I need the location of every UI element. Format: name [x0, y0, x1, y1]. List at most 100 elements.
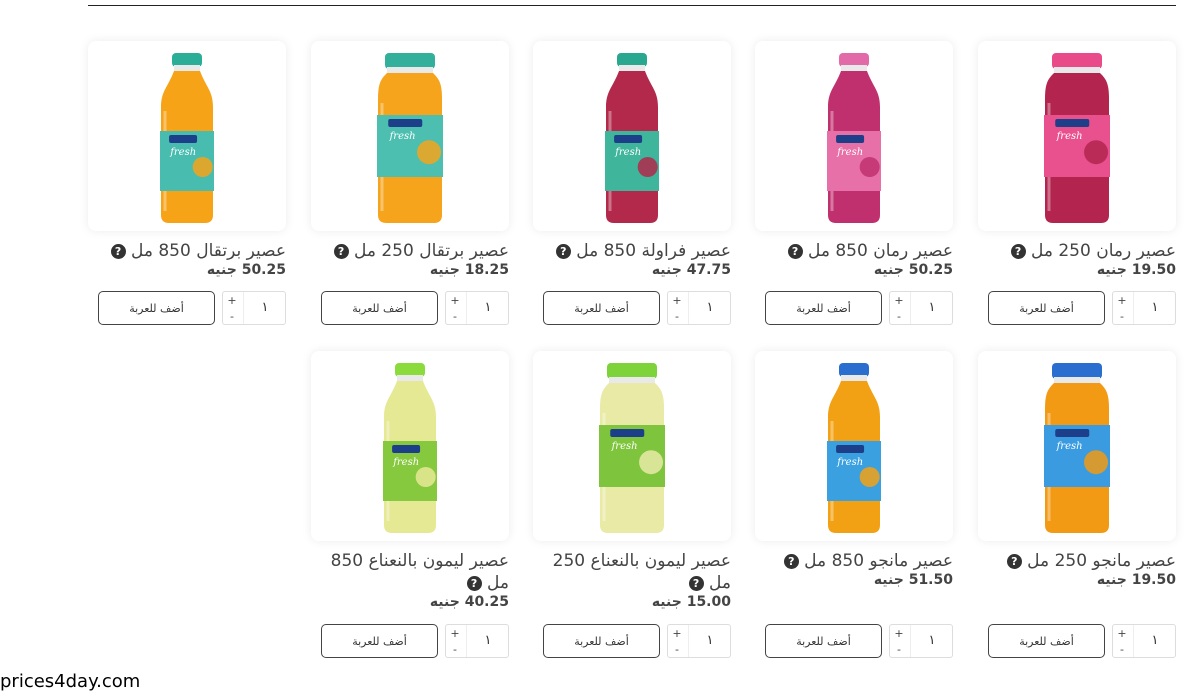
product-image[interactable]: fresh	[978, 351, 1176, 541]
product-title[interactable]: عصير ليمون بالنعناع 250 مل ?	[533, 550, 731, 594]
price-value: 51.50	[908, 572, 953, 588]
product-image[interactable]: fresh	[311, 351, 509, 541]
quantity-input[interactable]: ١	[910, 292, 953, 324]
help-icon[interactable]: ?	[783, 553, 799, 569]
decrease-qty-button[interactable]: -	[1113, 642, 1131, 658]
product-price: 40.25 جنيه	[311, 594, 509, 610]
add-to-cart-button[interactable]: أضف للعربة	[98, 291, 215, 325]
quantity-input[interactable]: ١	[688, 292, 731, 324]
help-icon[interactable]: ?	[1010, 243, 1026, 259]
product-title[interactable]: عصير رمان 850 مل ?	[755, 240, 953, 262]
product-card: fresh عصير ليمون بالنعناع 850 مل ? 40.25…	[311, 351, 509, 660]
help-icon[interactable]: ?	[688, 575, 704, 591]
quantity-input[interactable]: ١	[1133, 292, 1176, 324]
product-image[interactable]: fresh	[755, 41, 953, 231]
decrease-qty-button[interactable]: -	[446, 309, 464, 325]
juice-bottle-image: fresh	[376, 53, 444, 229]
product-name: عصير مانجو 850 مل	[804, 551, 953, 571]
product-image[interactable]: fresh	[755, 351, 953, 541]
add-to-cart-button[interactable]: أضف للعربة	[765, 624, 882, 658]
svg-text:fresh: fresh	[1056, 441, 1083, 452]
product-title[interactable]: عصير برتقال 850 مل ?	[88, 240, 286, 262]
increase-qty-button[interactable]: +	[446, 293, 464, 309]
decrease-qty-button[interactable]: -	[446, 642, 464, 658]
add-to-cart-button[interactable]: أضف للعربة	[988, 291, 1105, 325]
add-to-cart-button[interactable]: أضف للعربة	[765, 291, 882, 325]
increase-qty-button[interactable]: +	[668, 293, 686, 309]
quantity-input[interactable]: ١	[1133, 625, 1176, 657]
product-image[interactable]: fresh	[533, 351, 731, 541]
svg-text:fresh: fresh	[611, 441, 638, 452]
price-value: 15.00	[686, 594, 731, 610]
increase-qty-button[interactable]: +	[446, 626, 464, 642]
product-card: fresh عصير برتقال 250 مل ? 18.25 جنيه أض…	[311, 41, 509, 327]
product-card: fresh عصير رمان 850 مل ? 50.25 جنيه أضف …	[755, 41, 953, 327]
help-icon[interactable]: ?	[466, 575, 482, 591]
help-icon[interactable]: ?	[787, 243, 803, 259]
price-value: 50.25	[241, 262, 286, 278]
increase-qty-button[interactable]: +	[1113, 293, 1131, 309]
increase-qty-button[interactable]: +	[223, 293, 241, 309]
add-to-cart-button[interactable]: أضف للعربة	[321, 624, 438, 658]
help-icon[interactable]: ?	[555, 243, 571, 259]
add-to-cart-button[interactable]: أضف للعربة	[543, 291, 660, 325]
quantity-input[interactable]: ١	[243, 292, 286, 324]
product-price: 19.50 جنيه	[978, 262, 1176, 278]
product-title[interactable]: عصير رمان 250 مل ?	[978, 240, 1176, 262]
quantity-input[interactable]: ١	[466, 625, 509, 657]
increase-qty-button[interactable]: +	[890, 626, 908, 642]
product-card: fresh عصير مانجو 250 مل ? 19.50 جنيه أضف…	[978, 351, 1176, 660]
quantity-input[interactable]: ١	[466, 292, 509, 324]
product-name: عصير برتقال 850 مل	[130, 241, 286, 261]
product-title[interactable]: عصير مانجو 250 مل ?	[978, 550, 1176, 572]
quantity-stepper: + - ١	[889, 624, 953, 658]
help-icon[interactable]: ?	[333, 243, 349, 259]
quantity-stepper: + - ١	[1112, 291, 1176, 325]
product-card: fresh عصير رمان 250 مل ? 19.50 جنيه أضف …	[978, 41, 1176, 327]
product-title[interactable]: عصير فراولة 850 مل ?	[533, 240, 731, 262]
cart-actions: أضف للعربة + - ١	[765, 291, 953, 327]
product-price: 18.25 جنيه	[311, 262, 509, 278]
cart-actions: أضف للعربة + - ١	[98, 291, 286, 327]
svg-text:fresh: fresh	[392, 457, 419, 468]
product-title[interactable]: عصير ليمون بالنعناع 850 مل ?	[311, 550, 509, 594]
product-name: عصير مانجو 250 مل	[1027, 551, 1176, 571]
quantity-input[interactable]: ١	[910, 625, 953, 657]
product-image[interactable]: fresh	[978, 41, 1176, 231]
svg-text:fresh: fresh	[614, 147, 641, 158]
add-to-cart-button[interactable]: أضف للعربة	[988, 624, 1105, 658]
currency-label: جنيه	[651, 594, 682, 610]
juice-bottle-image: fresh	[826, 363, 882, 539]
increase-qty-button[interactable]: +	[1113, 626, 1131, 642]
decrease-qty-button[interactable]: -	[223, 309, 241, 325]
help-icon[interactable]: ?	[110, 243, 126, 259]
currency-label: جنيه	[429, 594, 460, 610]
increase-qty-button[interactable]: +	[890, 293, 908, 309]
product-image[interactable]: fresh	[311, 41, 509, 231]
product-price: 51.50 جنيه	[755, 572, 953, 588]
site-watermark: prices4day.com	[0, 671, 141, 692]
increase-qty-button[interactable]: +	[668, 626, 686, 642]
juice-bottle-image: fresh	[598, 363, 666, 539]
product-image[interactable]: fresh	[88, 41, 286, 231]
product-title[interactable]: عصير برتقال 250 مل ?	[311, 240, 509, 262]
juice-bottle-image: fresh	[382, 363, 438, 539]
decrease-qty-button[interactable]: -	[668, 642, 686, 658]
add-to-cart-button[interactable]: أضف للعربة	[321, 291, 438, 325]
decrease-qty-button[interactable]: -	[890, 309, 908, 325]
decrease-qty-button[interactable]: -	[890, 642, 908, 658]
quantity-input[interactable]: ١	[688, 625, 731, 657]
price-value: 47.75	[686, 262, 731, 278]
product-name: عصير برتقال 250 مل	[353, 241, 509, 261]
decrease-qty-button[interactable]: -	[1113, 309, 1131, 325]
decrease-qty-button[interactable]: -	[668, 309, 686, 325]
product-title[interactable]: عصير مانجو 850 مل ?	[755, 550, 953, 572]
add-to-cart-button[interactable]: أضف للعربة	[543, 624, 660, 658]
currency-label: جنيه	[651, 262, 682, 278]
price-value: 18.25	[464, 262, 509, 278]
help-icon[interactable]: ?	[1006, 553, 1022, 569]
cart-actions: أضف للعربة + - ١	[765, 624, 953, 660]
product-image[interactable]: fresh	[533, 41, 731, 231]
product-card: fresh عصير برتقال 850 مل ? 50.25 جنيه أض…	[88, 41, 286, 327]
svg-text:fresh: fresh	[836, 457, 863, 468]
